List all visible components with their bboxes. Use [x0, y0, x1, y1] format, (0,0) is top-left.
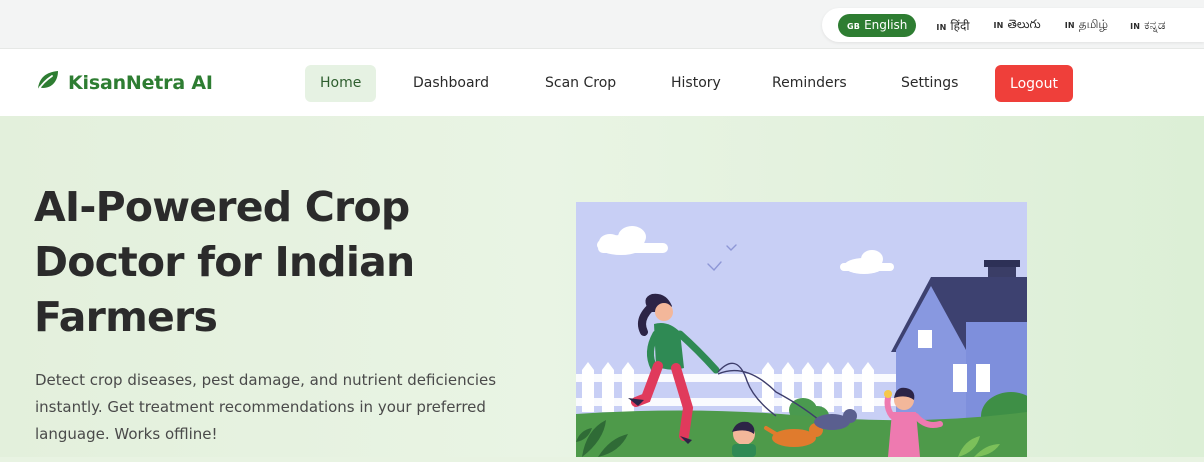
language-selector: GB English IN हिंदी IN తెలుగు IN தமிழ் I… [822, 8, 1204, 42]
leaf-icon [36, 69, 60, 96]
flag-code-in: IN [1130, 21, 1141, 31]
hero-description: Detect crop diseases, pest damage, and n… [35, 371, 497, 443]
language-english-button[interactable]: GB English [838, 13, 917, 37]
boy-figure [732, 421, 756, 457]
brand-logo-link[interactable]: KisanNetra AI [36, 69, 213, 96]
language-label: हिंदी [950, 18, 970, 33]
nav-scan-crop[interactable]: Scan Crop [545, 65, 616, 102]
nav-history[interactable]: History [671, 65, 721, 102]
hero-section: AI-Powered Crop Doctor for Indian Farmer… [0, 116, 1204, 457]
language-label: English [864, 17, 908, 32]
hero-title: AI-Powered Crop Doctor for Indian Farmer… [34, 183, 415, 341]
language-tamil-button[interactable]: IN தமிழ் [1065, 17, 1108, 33]
hero-illustration [576, 202, 1041, 457]
language-kannada-button[interactable]: IN ಕನ್ನಡ [1130, 18, 1165, 33]
top-navbar: KisanNetra AI Home Dashboard Scan Crop H… [0, 49, 1204, 116]
language-label: తెలుగు [1007, 16, 1041, 31]
nav-settings[interactable]: Settings [901, 65, 958, 102]
flag-code-gb: GB [847, 21, 861, 31]
language-bar: GB English IN हिंदी IN తెలుగు IN தமிழ் I… [0, 0, 1204, 49]
language-label: தமிழ் [1078, 17, 1109, 31]
farm-family-illustration [576, 202, 1041, 457]
logout-button[interactable]: Logout [995, 65, 1073, 102]
nav-dashboard[interactable]: Dashboard [413, 65, 489, 102]
nav-home[interactable]: Home [305, 65, 377, 102]
language-telugu-button[interactable]: IN తెలుగు [993, 17, 1040, 34]
flag-code-in: IN [936, 22, 947, 32]
flag-code-in: IN [993, 20, 1004, 30]
language-label: ಕನ್ನಡ [1144, 17, 1166, 32]
language-hindi-button[interactable]: IN हिंदी [936, 17, 969, 34]
flag-code-in: IN [1064, 21, 1075, 30]
nav-reminders[interactable]: Reminders [772, 65, 847, 102]
brand-name: KisanNetra AI [68, 71, 213, 94]
